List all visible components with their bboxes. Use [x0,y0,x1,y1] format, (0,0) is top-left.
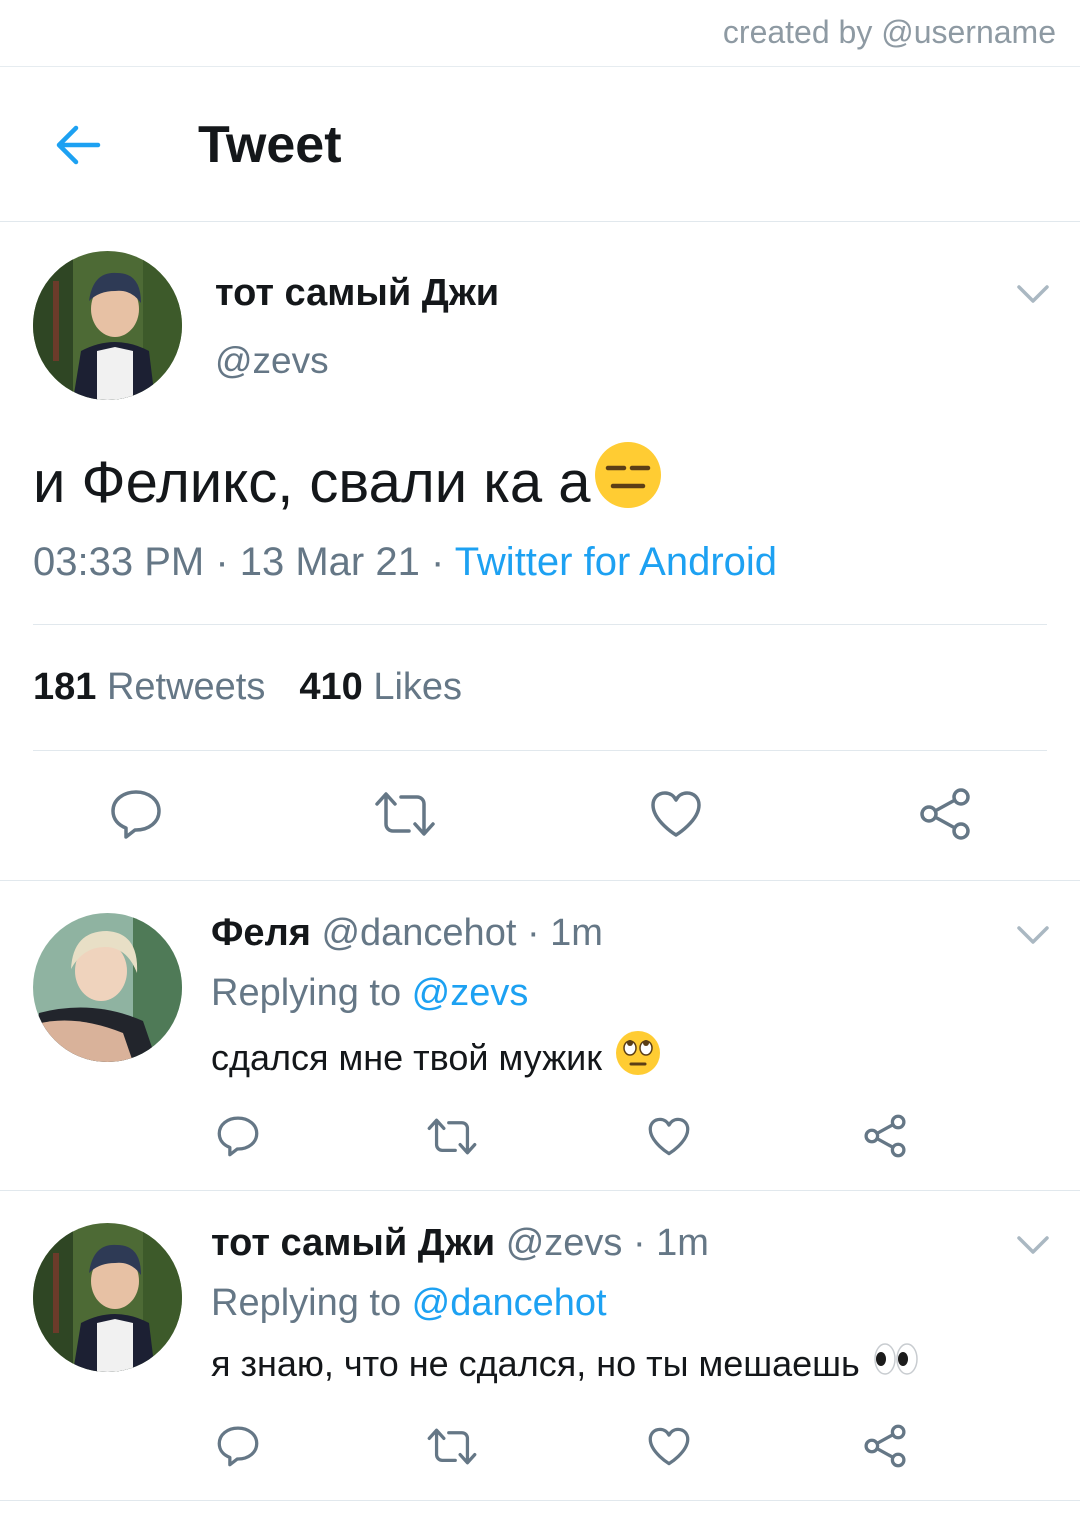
retweets-stat[interactable]: 181 Retweets [33,666,265,708]
divider [33,750,1047,751]
share-icon[interactable] [917,786,973,847]
credit-bar: created by @username [0,0,1080,67]
replying-to: Replying to @zevs [211,972,528,1015]
tweet-meta: 03:33 PM · 13 Mar 21 · Twitter for Andro… [33,540,777,585]
reply-text: сдался мне твой мужик [211,1036,603,1078]
avatar[interactable] [33,251,182,400]
divider [0,1190,1080,1191]
tweet-stats: 181 Retweets 410 Likes [33,666,462,709]
replying-to-link[interactable]: @zevs [412,972,529,1014]
page-title: Tweet [198,116,342,174]
share-icon[interactable] [862,1423,908,1474]
retweet-icon[interactable] [426,1427,478,1471]
chevron-down-icon[interactable] [1016,1234,1050,1256]
reply-text: я знаю, что не сдался, но ты мешаешь [211,1342,860,1384]
likes-label: Likes [362,666,463,708]
retweets-label: Retweets [96,666,266,708]
chevron-down-icon[interactable] [1016,283,1050,305]
app-header: Tweet [0,67,1080,222]
replying-to-link[interactable]: @dancehot [412,1282,607,1324]
reply-author-name[interactable]: тот самый Джи [211,1222,495,1264]
retweet-icon[interactable] [373,790,437,843]
reply-text-row: я знаю, что не сдался, но ты мешаешь [211,1339,920,1388]
retweet-icon[interactable] [426,1117,478,1161]
reply-author-handle: @dancehot · 1m [310,912,603,954]
replying-to-label: Replying to [211,1282,412,1324]
reply-text-row: сдался мне твой мужик [211,1029,662,1086]
reply-icon[interactable] [216,1424,260,1473]
avatar[interactable] [33,1223,182,1372]
share-icon[interactable] [862,1113,908,1164]
like-icon[interactable] [647,1426,691,1472]
likes-stat[interactable]: 410 Likes [299,666,462,708]
tweet-source-link[interactable]: Twitter for Android [455,540,777,584]
tweet-text: и Феликс, свали ка а [33,449,591,515]
back-arrow-icon[interactable] [52,119,104,171]
reply-header: тот самый Джи @zevs · 1m [211,1222,709,1265]
chevron-down-icon[interactable] [1016,924,1050,946]
replying-to-label: Replying to [211,972,412,1014]
reply-header: Феля @dancehot · 1m [211,912,603,955]
reply-author-name[interactable]: Феля [211,912,311,954]
reply-icon[interactable] [109,787,163,846]
eyes-emoji-icon [872,1339,920,1388]
divider [0,1500,1080,1501]
divider [33,624,1047,625]
divider [0,880,1080,881]
author-handle[interactable]: @zevs [215,340,329,382]
retweets-count: 181 [33,666,97,708]
reply-author-handle: @zevs · 1m [495,1222,709,1264]
replying-to: Replying to @dancehot [211,1282,607,1325]
tweet-timestamp: 03:33 PM · 13 Mar 21 · [33,540,455,584]
like-icon[interactable] [649,789,703,844]
like-icon[interactable] [647,1116,691,1162]
likes-count: 410 [299,666,363,708]
avatar[interactable] [33,913,182,1062]
credit-text: created by @username [722,14,1056,50]
reply-icon[interactable] [216,1114,260,1163]
tweet-text-row: и Феликс, свали ка а [33,440,663,524]
eye-roll-emoji-icon [614,1029,662,1086]
expressionless-emoji-icon [593,440,663,524]
author-name[interactable]: тот самый Джи [215,272,499,315]
